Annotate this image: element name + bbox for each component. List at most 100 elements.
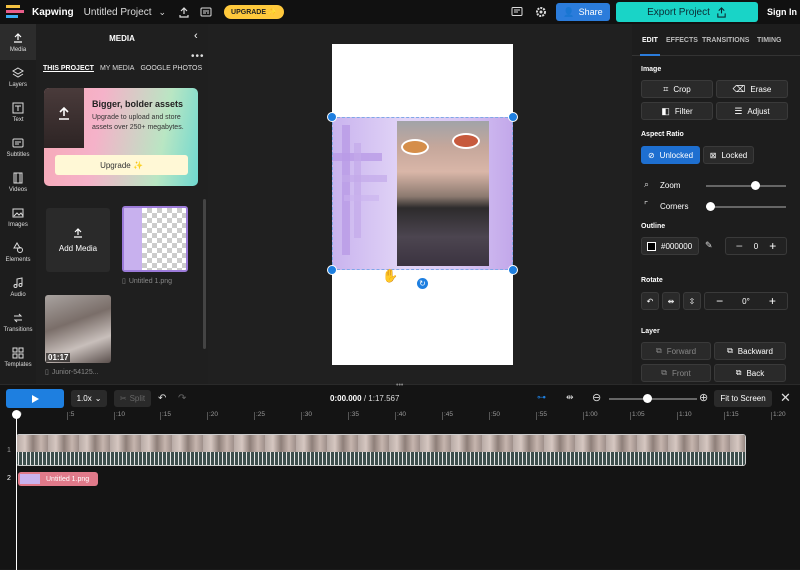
rotate-icon: ↶ — [646, 296, 654, 306]
tab-effects[interactable]: EFFECTS — [666, 37, 698, 44]
time-ruler[interactable]: 0 :5 :10 :15 :20 :25 :30 :35 :40 :45 :50… — [0, 411, 800, 423]
send-to-back-button[interactable]: ⧉ Back — [714, 364, 786, 382]
selection-box[interactable] — [332, 117, 513, 270]
minus-icon[interactable]: − — [716, 294, 723, 308]
adjust-button[interactable]: ☰ Adjust — [716, 102, 788, 120]
add-media-button[interactable]: Add Media — [46, 208, 110, 272]
backward-button[interactable]: ⧉ Backward — [714, 342, 786, 360]
sign-in-link[interactable]: Sign In — [767, 7, 797, 17]
canvas-stage: ↻ ✋ — [208, 24, 632, 384]
rail-item-media[interactable]: Media — [0, 24, 36, 60]
zoom-slider-knob[interactable] — [751, 181, 761, 190]
media-item-video[interactable]: 01:17 — [45, 295, 111, 363]
tab-this-project[interactable]: THIS PROJECT — [43, 65, 94, 72]
upgrade-pill[interactable]: UPGRADE ✨ — [224, 5, 284, 19]
flip-vertical-button[interactable]: ⇳ — [683, 292, 701, 310]
project-title[interactable]: Untitled Project — [84, 7, 152, 18]
tab-transitions[interactable]: TRANSITIONS — [702, 37, 749, 44]
rail-item-audio[interactable]: Audio — [0, 269, 36, 305]
video-clip-track[interactable] — [16, 434, 746, 466]
playhead[interactable] — [12, 410, 21, 570]
rail-item-transitions[interactable]: Transitions — [0, 304, 36, 340]
fit-width-icon[interactable]: ⇹ — [566, 392, 574, 403]
zoom-out-icon[interactable]: ⊖ — [592, 391, 601, 404]
plus-icon[interactable]: + — [769, 294, 776, 308]
plus-icon[interactable]: + — [769, 239, 776, 253]
bring-to-front-button[interactable]: ⧉ Front — [641, 364, 711, 382]
rail-item-images[interactable]: Images — [0, 199, 36, 235]
rail-item-text[interactable]: Text — [0, 94, 36, 130]
tab-my-media[interactable]: MY MEDIA — [100, 65, 135, 72]
subtitles-icon[interactable] — [200, 6, 212, 18]
rotate-handle-icon[interactable]: ↻ — [417, 278, 428, 289]
eyedropper-icon[interactable]: ✎ — [705, 240, 713, 251]
tab-edit[interactable]: EDIT — [640, 37, 660, 56]
rotation-stepper[interactable]: − 0° + — [704, 292, 788, 310]
rail-item-elements[interactable]: Elements — [0, 234, 36, 270]
image-clip-track[interactable]: Untitled 1.png — [18, 472, 98, 486]
more-options-icon[interactable]: ••• — [191, 51, 205, 62]
zoom-slider-track[interactable] — [706, 185, 786, 187]
film-icon — [13, 172, 23, 183]
gear-icon[interactable] — [535, 6, 547, 18]
time-readout: 0:00.000 / 1:17.567 — [330, 394, 399, 403]
rail-item-templates[interactable]: Templates — [0, 339, 36, 375]
erase-button[interactable]: ⌫ Erase — [716, 80, 788, 98]
filter-button[interactable]: ◧ Filter — [641, 102, 713, 120]
speed-dropdown[interactable]: 1.0x ⌄ — [71, 390, 107, 407]
resize-handle-top-right[interactable] — [508, 112, 518, 122]
snap-icon[interactable]: ⊶ — [537, 392, 546, 403]
ruler-tick: :50 — [488, 411, 501, 420]
unlocked-label: Unlocked — [659, 150, 694, 160]
flip-horizontal-button[interactable]: ⇹ — [662, 292, 680, 310]
corners-slider-knob[interactable] — [706, 202, 715, 211]
ruler-tick: :30 — [300, 411, 313, 420]
tab-google-photos[interactable]: GOOGLE PHOTOS — [140, 65, 202, 72]
share-button[interactable]: 👤 Share — [556, 3, 610, 21]
chevron-down-icon[interactable]: ⌄ — [158, 7, 166, 18]
resize-handle-bottom-right[interactable] — [508, 265, 518, 275]
comment-icon[interactable] — [511, 6, 523, 18]
outline-stepper[interactable]: − 0 + — [725, 237, 787, 255]
drag-handle-icon[interactable]: ••• — [396, 382, 403, 389]
minus-icon[interactable]: − — [736, 239, 743, 253]
layers-icon — [12, 66, 24, 78]
rail-item-videos[interactable]: Videos — [0, 164, 36, 200]
ruler-tick: 1:15 — [724, 411, 739, 420]
upload-icon[interactable] — [178, 6, 190, 18]
split-button[interactable]: ✂ Split — [114, 390, 151, 407]
locked-button[interactable]: ⊠ Locked — [703, 146, 754, 164]
tab-timing[interactable]: TIMING — [757, 37, 782, 44]
export-project-button[interactable]: Export Project — [616, 2, 758, 22]
close-icon[interactable]: ✕ — [780, 390, 791, 406]
resize-handle-bottom-left[interactable] — [327, 265, 337, 275]
corners-slider-track[interactable] — [706, 206, 786, 208]
resize-handle-top-left[interactable] — [327, 112, 337, 122]
unlocked-button[interactable]: ⊘ Unlocked — [641, 146, 700, 164]
play-button[interactable] — [6, 389, 64, 408]
media-item-caption: ▯ Junior-54125... — [45, 368, 99, 377]
undo-icon[interactable]: ↶ — [158, 393, 166, 404]
scrollbar[interactable] — [203, 199, 206, 349]
timeline-zoom-knob[interactable] — [643, 394, 652, 403]
redo-icon[interactable]: ↷ — [178, 393, 186, 404]
timeline-zoom-track[interactable] — [609, 398, 697, 400]
fit-to-screen-button[interactable]: Fit to Screen — [714, 390, 772, 407]
collapse-panel-icon[interactable]: ‹ — [194, 30, 198, 42]
crop-button[interactable]: ⌗ Crop — [641, 80, 713, 98]
outline-color-picker[interactable]: #000000 — [641, 237, 699, 255]
kapwing-logo[interactable] — [6, 4, 26, 20]
export-label: Export Project — [647, 6, 710, 18]
media-item-image[interactable] — [122, 206, 188, 272]
brand-name: Kapwing — [32, 6, 74, 18]
rail-item-subtitles[interactable]: Subtitles — [0, 129, 36, 165]
zoom-in-icon[interactable]: ⊕ — [699, 391, 708, 404]
split-label: Split — [129, 394, 146, 403]
rotate-left-button[interactable]: ↶ — [641, 292, 659, 310]
backward-label: Backward — [737, 346, 773, 356]
ruler-tick: :40 — [394, 411, 407, 420]
zoom-label: Zoom — [660, 181, 681, 190]
rail-item-layers[interactable]: Layers — [0, 59, 36, 95]
upgrade-button[interactable]: Upgrade ✨ — [55, 155, 188, 175]
forward-button[interactable]: ⧉ Forward — [641, 342, 711, 360]
